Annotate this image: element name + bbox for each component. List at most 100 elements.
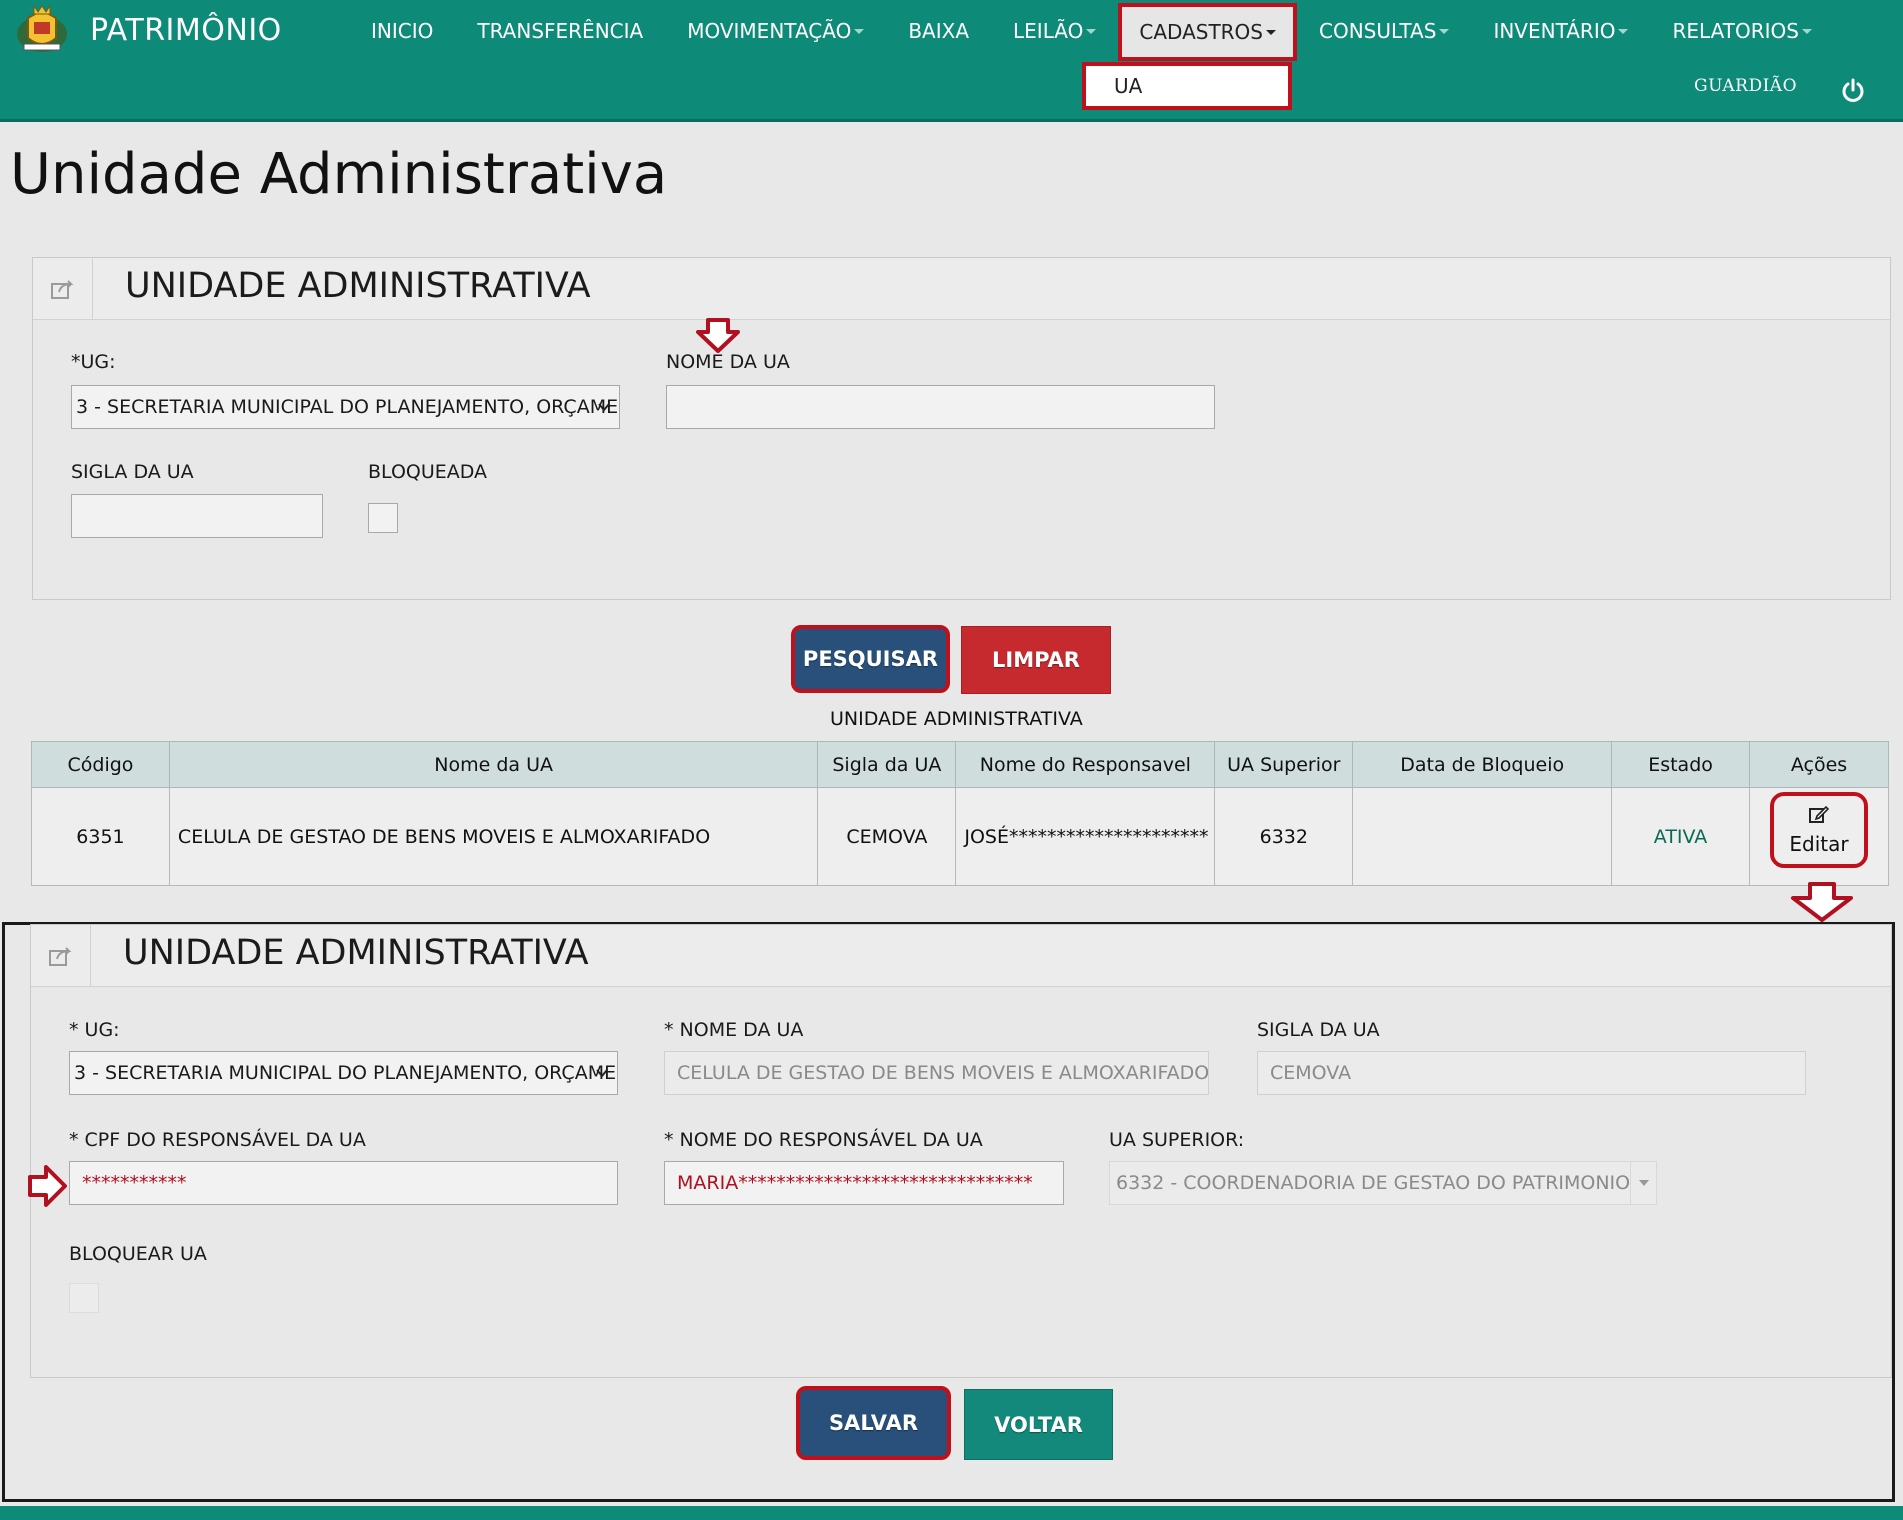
share-icon[interactable] xyxy=(31,925,91,987)
annotation-arrow-down-icon xyxy=(1791,882,1853,922)
cell-codigo: 6351 xyxy=(31,787,170,886)
share-icon[interactable] xyxy=(33,258,93,320)
chevron-down-icon xyxy=(598,403,610,412)
cpf-responsavel-input[interactable]: *********** xyxy=(69,1161,618,1205)
edit-panel: UNIDADE ADMINISTRATIVA * UG: 3 - SECRETA… xyxy=(30,924,1892,1378)
edit-ug-label: * UG: xyxy=(69,1019,120,1041)
col-acoes: Ações xyxy=(1749,741,1889,788)
sigla-ua-label: SIGLA DA UA xyxy=(71,461,194,483)
table-row: 6351 CELULA DE GESTAO DE BENS MOVEIS E A… xyxy=(31,787,1889,886)
nome-ua-label: NOME DA UA xyxy=(666,351,790,373)
nav-transferencia-label: TRANSFERÊNCIA xyxy=(477,19,644,43)
ug-label: *UG: xyxy=(71,351,116,373)
nav-baixa-label: BAIXA xyxy=(908,19,970,43)
main-menu: INICIO TRANSFERÊNCIA MOVIMENTAÇÃO BAIXA … xyxy=(349,0,1834,62)
power-icon[interactable] xyxy=(1840,78,1866,104)
nome-ua-input[interactable] xyxy=(666,385,1215,429)
cell-sigla: CEMOVA xyxy=(817,787,957,886)
edit-nome-ua-label: * NOME DA UA xyxy=(664,1019,804,1041)
edit-sigla-ua-label: SIGLA DA UA xyxy=(1257,1019,1380,1041)
limpar-button[interactable]: LIMPAR xyxy=(961,626,1111,694)
cell-estado: ATIVA xyxy=(1611,787,1751,886)
nav-inicio[interactable]: INICIO xyxy=(349,0,455,62)
nav-cadastros[interactable]: CADASTROS xyxy=(1118,3,1297,61)
edit-panel-header: UNIDADE ADMINISTRATIVA xyxy=(31,925,1891,987)
nav-movimentacao[interactable]: MOVIMENTAÇÃO xyxy=(665,0,886,62)
annotation-arrow-down-icon xyxy=(696,318,740,353)
ua-superior-select[interactable]: 6332 - COORDENADORIA DE GESTAO DO PATRIM… xyxy=(1109,1161,1657,1205)
edit-nome-ua-input[interactable]: CELULA DE GESTAO DE BENS MOVEIS E ALMOXA… xyxy=(664,1051,1209,1095)
caret-down-icon xyxy=(854,28,865,34)
dropdown-item-ua[interactable]: UA xyxy=(1082,62,1292,110)
caret-down-icon xyxy=(1086,28,1097,34)
municipal-crest-icon xyxy=(14,4,70,56)
nav-consultas-label: CONSULTAS xyxy=(1319,19,1437,43)
nav-transferencia[interactable]: TRANSFERÊNCIA xyxy=(455,0,665,62)
voltar-button[interactable]: VOLTAR xyxy=(964,1389,1113,1460)
nav-inventario[interactable]: INVENTÁRIO xyxy=(1471,0,1650,62)
nome-responsavel-label: * NOME DO RESPONSÁVEL DA UA xyxy=(664,1129,983,1151)
cpf-responsavel-label: * CPF DO RESPONSÁVEL DA UA xyxy=(69,1129,366,1151)
app-title: PATRIMÔNIO xyxy=(90,12,282,48)
nav-leilao-label: LEILÃO xyxy=(1013,19,1084,43)
caret-down-icon xyxy=(1618,28,1629,34)
cell-superior: 6332 xyxy=(1214,787,1354,886)
cell-responsavel: JOSÉ********************* xyxy=(955,787,1216,886)
bloqueada-checkbox[interactable] xyxy=(368,503,398,533)
footer-strip xyxy=(0,1506,1903,1520)
cell-data-bloqueio xyxy=(1352,787,1613,886)
nav-baixa[interactable]: BAIXA xyxy=(886,0,991,62)
sigla-ua-input[interactable] xyxy=(71,494,323,538)
brand[interactable]: PATRIMÔNIO xyxy=(14,4,282,56)
bloquear-ua-label: BLOQUEAR UA xyxy=(69,1243,207,1265)
nav-relatorios[interactable]: RELATORIOS xyxy=(1650,0,1833,62)
col-codigo: Código xyxy=(31,741,170,788)
nav-movimentacao-label: MOVIMENTAÇÃO xyxy=(687,19,852,43)
nav-cadastros-label: CADASTROS xyxy=(1139,20,1263,44)
results-table: Código Nome da UA Sigla da UA Nome do Re… xyxy=(31,741,1889,886)
nav-inventario-label: INVENTÁRIO xyxy=(1493,19,1616,43)
edit-sigla-ua-input[interactable]: CEMOVA xyxy=(1257,1051,1806,1095)
user-name[interactable]: GUARDIÃO xyxy=(1694,76,1797,96)
col-data-bloqueio: Data de Bloqueio xyxy=(1352,741,1613,788)
col-nome: Nome da UA xyxy=(168,741,819,788)
results-caption: UNIDADE ADMINISTRATIVA xyxy=(830,708,1083,730)
ug-select[interactable]: 3 - SECRETARIA MUNICIPAL DO PLANEJAMENTO… xyxy=(71,385,620,429)
nav-inicio-label: INICIO xyxy=(371,19,434,43)
edit-ug-select-value: 3 - SECRETARIA MUNICIPAL DO PLANEJAMENTO… xyxy=(74,1062,617,1084)
ua-superior-label: UA SUPERIOR: xyxy=(1109,1129,1245,1151)
edit-ug-select[interactable]: 3 - SECRETARIA MUNICIPAL DO PLANEJAMENTO… xyxy=(69,1051,618,1095)
nav-leilao[interactable]: LEILÃO xyxy=(991,0,1118,62)
caret-down-icon xyxy=(1630,1162,1656,1204)
caret-down-icon xyxy=(1801,28,1812,34)
col-responsavel: Nome do Responsavel xyxy=(955,741,1216,788)
nome-responsavel-input[interactable]: MARIA******************************* xyxy=(664,1161,1064,1205)
ug-select-value: 3 - SECRETARIA MUNICIPAL DO PLANEJAMENTO… xyxy=(76,396,619,418)
bloqueada-label: BLOQUEADA xyxy=(368,461,488,483)
col-superior: UA Superior xyxy=(1214,741,1354,788)
chevron-down-icon xyxy=(596,1069,608,1078)
search-panel-title: UNIDADE ADMINISTRATIVA xyxy=(125,266,591,306)
search-panel-header: UNIDADE ADMINISTRATIVA xyxy=(33,258,1890,320)
table-header-row: Código Nome da UA Sigla da UA Nome do Re… xyxy=(31,741,1889,788)
bloquear-ua-checkbox[interactable] xyxy=(69,1283,99,1313)
cell-acoes: Editar xyxy=(1749,787,1889,886)
annotation-arrow-right-icon xyxy=(28,1165,67,1207)
caret-down-icon xyxy=(1439,28,1450,34)
salvar-button[interactable]: SALVAR xyxy=(796,1386,951,1460)
caret-down-icon xyxy=(1266,29,1276,35)
cell-nome: CELULA DE GESTAO DE BENS MOVEIS E ALMOXA… xyxy=(168,787,819,886)
col-sigla: Sigla da UA xyxy=(817,741,957,788)
editar-label: Editar xyxy=(1789,832,1849,856)
pesquisar-button[interactable]: PESQUISAR xyxy=(791,625,950,693)
editar-button[interactable]: Editar xyxy=(1770,792,1869,868)
edit-icon xyxy=(1809,805,1830,823)
search-panel: UNIDADE ADMINISTRATIVA *UG: 3 - SECRETAR… xyxy=(32,257,1891,600)
col-estado: Estado xyxy=(1611,741,1751,788)
top-navbar: PATRIMÔNIO INICIO TRANSFERÊNCIA MOVIMENT… xyxy=(0,0,1903,122)
nav-relatorios-label: RELATORIOS xyxy=(1672,19,1799,43)
nav-consultas[interactable]: CONSULTAS xyxy=(1297,0,1471,62)
ua-superior-value: 6332 - COORDENADORIA DE GESTAO DO PATRIM… xyxy=(1116,1172,1631,1194)
page-title: Unidade Administrativa xyxy=(10,142,668,207)
edit-panel-title: UNIDADE ADMINISTRATIVA xyxy=(123,933,589,973)
